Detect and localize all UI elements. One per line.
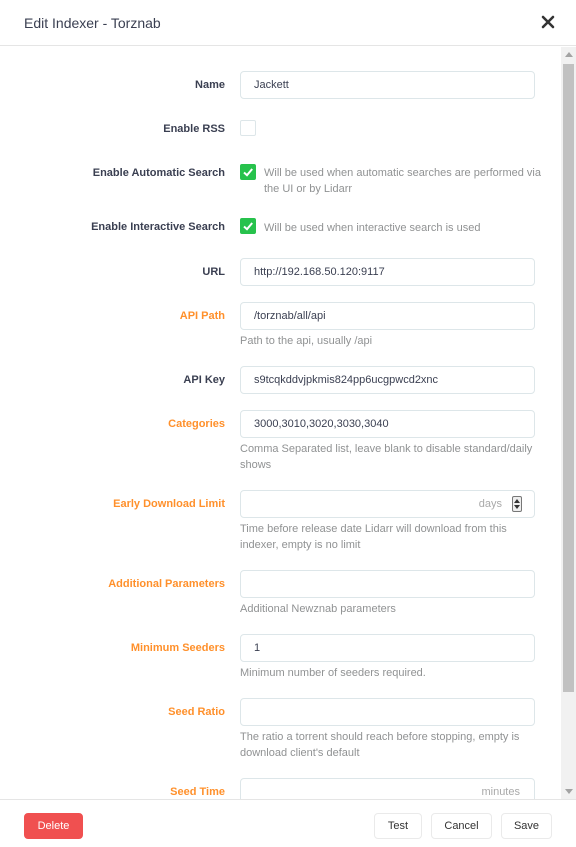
modal-body: Name Jackett Enable RSS Enable Automatic… — [0, 47, 576, 799]
close-icon[interactable] — [538, 12, 558, 32]
seed-time-input[interactable]: minutes — [240, 778, 535, 799]
minimum-seeders-row: Minimum Seeders 1 Minimum number of seed… — [0, 634, 560, 682]
name-input[interactable]: Jackett — [240, 71, 535, 99]
minimum-seeders-input[interactable]: 1 — [240, 634, 535, 662]
enable-interactive-search-checkbox[interactable] — [240, 218, 256, 234]
enable-interactive-search-label: Enable Interactive Search — [91, 221, 225, 233]
additional-parameters-input[interactable] — [240, 570, 535, 598]
enable-interactive-search-help: Will be used when interactive search is … — [264, 222, 481, 234]
url-row: URL http://192.168.50.120:9117 — [0, 258, 560, 286]
early-download-limit-label: Early Download Limit — [113, 498, 225, 510]
check-icon — [243, 168, 253, 177]
minimum-seeders-label: Minimum Seeders — [130, 642, 225, 654]
seed-time-label: Seed Time — [170, 786, 225, 798]
delete-button[interactable]: Delete — [24, 813, 83, 839]
enable-automatic-search-checkbox[interactable] — [240, 164, 256, 180]
scroll-down-arrow-icon[interactable] — [565, 789, 573, 794]
cancel-button[interactable]: Cancel — [431, 813, 492, 839]
enable-automatic-search-help: Will be used when automatic searches are… — [264, 167, 541, 195]
scrollbar-thumb[interactable] — [563, 64, 574, 692]
categories-label: Categories — [168, 418, 225, 430]
number-stepper[interactable] — [512, 496, 522, 512]
scrollbar[interactable] — [561, 47, 576, 799]
seed-time-row: Seed Time minutes — [0, 778, 560, 799]
url-input[interactable]: http://192.168.50.120:9117 — [240, 258, 535, 286]
categories-help: Comma Separated list, leave blank to dis… — [240, 443, 533, 471]
early-download-limit-input[interactable]: days — [240, 490, 535, 518]
name-row: Name Jackett — [0, 71, 560, 99]
api-key-label: API Key — [183, 374, 225, 386]
enable-rss-checkbox[interactable] — [240, 120, 256, 136]
scroll-up-arrow-icon[interactable] — [565, 52, 573, 57]
additional-parameters-label: Additional Parameters — [108, 578, 225, 590]
seed-ratio-label: Seed Ratio — [168, 706, 225, 718]
categories-input[interactable]: 3000,3010,3020,3030,3040 — [240, 410, 535, 438]
additional-parameters-row: Additional Parameters Additional Newznab… — [0, 570, 560, 618]
test-button[interactable]: Test — [374, 813, 422, 839]
enable-automatic-search-label: Enable Automatic Search — [92, 167, 225, 179]
early-download-limit-row: Early Download Limit days Time before re… — [0, 490, 560, 554]
additional-parameters-help: Additional Newznab parameters — [240, 603, 396, 615]
enable-rss-label: Enable RSS — [163, 123, 225, 135]
enable-rss-row: Enable RSS — [0, 119, 560, 139]
check-icon — [243, 222, 253, 231]
api-key-input[interactable]: s9tcqkddvjpkmis824pp6ucgpwcd2xnc — [240, 366, 535, 394]
save-button[interactable]: Save — [501, 813, 552, 839]
modal-title: Edit Indexer - Torznab — [24, 15, 161, 31]
days-unit: days — [478, 498, 502, 510]
api-key-row: API Key s9tcqkddvjpkmis824pp6ucgpwcd2xnc — [0, 366, 560, 394]
name-label: Name — [195, 79, 225, 91]
minimum-seeders-help: Minimum number of seeders required. — [240, 667, 426, 679]
minutes-unit: minutes — [481, 786, 520, 798]
api-path-help: Path to the api, usually /api — [240, 335, 373, 347]
url-label: URL — [202, 266, 225, 278]
enable-interactive-search-row: Enable Interactive Search Will be used w… — [0, 218, 560, 238]
enable-automatic-search-row: Enable Automatic Search Will be used whe… — [0, 163, 560, 199]
api-path-row: API Path /torznab/all/api Path to the ap… — [0, 302, 560, 350]
seed-ratio-input[interactable] — [240, 698, 535, 726]
seed-ratio-row: Seed Ratio The ratio a torrent should re… — [0, 698, 560, 762]
api-path-label: API Path — [179, 310, 225, 322]
categories-row: Categories 3000,3010,3020,3030,3040 Comm… — [0, 410, 560, 474]
early-download-limit-help: Time before release date Lidarr will dow… — [240, 523, 507, 551]
modal-footer: Delete Test Cancel Save — [0, 799, 576, 847]
api-path-input[interactable]: /torznab/all/api — [240, 302, 535, 330]
seed-ratio-help: The ratio a torrent should reach before … — [240, 731, 520, 759]
modal-header: Edit Indexer - Torznab — [0, 0, 576, 46]
